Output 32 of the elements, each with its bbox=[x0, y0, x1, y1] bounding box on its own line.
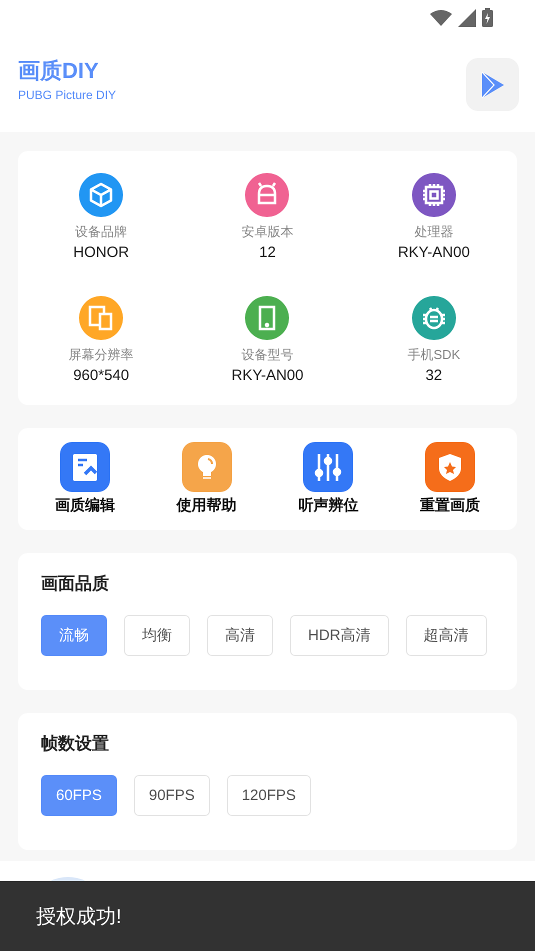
info-label: 屏幕分辨率 bbox=[68, 347, 134, 363]
play-icon bbox=[480, 70, 506, 98]
info-label: 设备型号 bbox=[241, 347, 294, 363]
fps-option[interactable]: 90FPS bbox=[134, 775, 210, 816]
fps-option[interactable]: 120FPS bbox=[226, 775, 311, 816]
quality-option[interactable]: 超高清 bbox=[406, 615, 486, 656]
wifi-icon bbox=[430, 10, 452, 26]
info-value: HONOR bbox=[73, 244, 130, 262]
tool-button[interactable]: 画质编辑 bbox=[54, 442, 115, 515]
section-title: 帧数设置 bbox=[41, 734, 110, 754]
tool-button[interactable]: 使用帮助 bbox=[176, 442, 237, 515]
info-value: RKY-AN00 bbox=[398, 244, 470, 262]
toast-message: 授权成功! bbox=[36, 904, 122, 930]
info-label: 手机SDK bbox=[407, 347, 460, 363]
info-label: 处理器 bbox=[414, 224, 454, 240]
info-value: RKY-AN00 bbox=[232, 367, 304, 385]
play-button[interactable] bbox=[466, 58, 519, 111]
quality-option[interactable]: HDR高清 bbox=[290, 615, 388, 656]
info-label: 安卓版本 bbox=[241, 224, 294, 240]
app-subtitle: PUBG Picture DIY bbox=[18, 88, 116, 102]
tool-button[interactable]: 重置画质 bbox=[420, 442, 480, 515]
info-value: 12 bbox=[259, 244, 276, 262]
quality-option[interactable]: 高清 bbox=[207, 615, 273, 656]
section-title: 画面品质 bbox=[41, 574, 110, 594]
info-value: 960*540 bbox=[73, 367, 130, 385]
info-value: 32 bbox=[425, 367, 442, 385]
quality-option[interactable]: 均衡 bbox=[124, 615, 190, 656]
tool-button[interactable]: 听声辨位 bbox=[298, 442, 358, 515]
signal-icon bbox=[458, 8, 476, 26]
battery-icon bbox=[482, 8, 493, 27]
info-label: 设备品牌 bbox=[75, 224, 128, 240]
app-title: 画质DIY bbox=[18, 58, 100, 84]
